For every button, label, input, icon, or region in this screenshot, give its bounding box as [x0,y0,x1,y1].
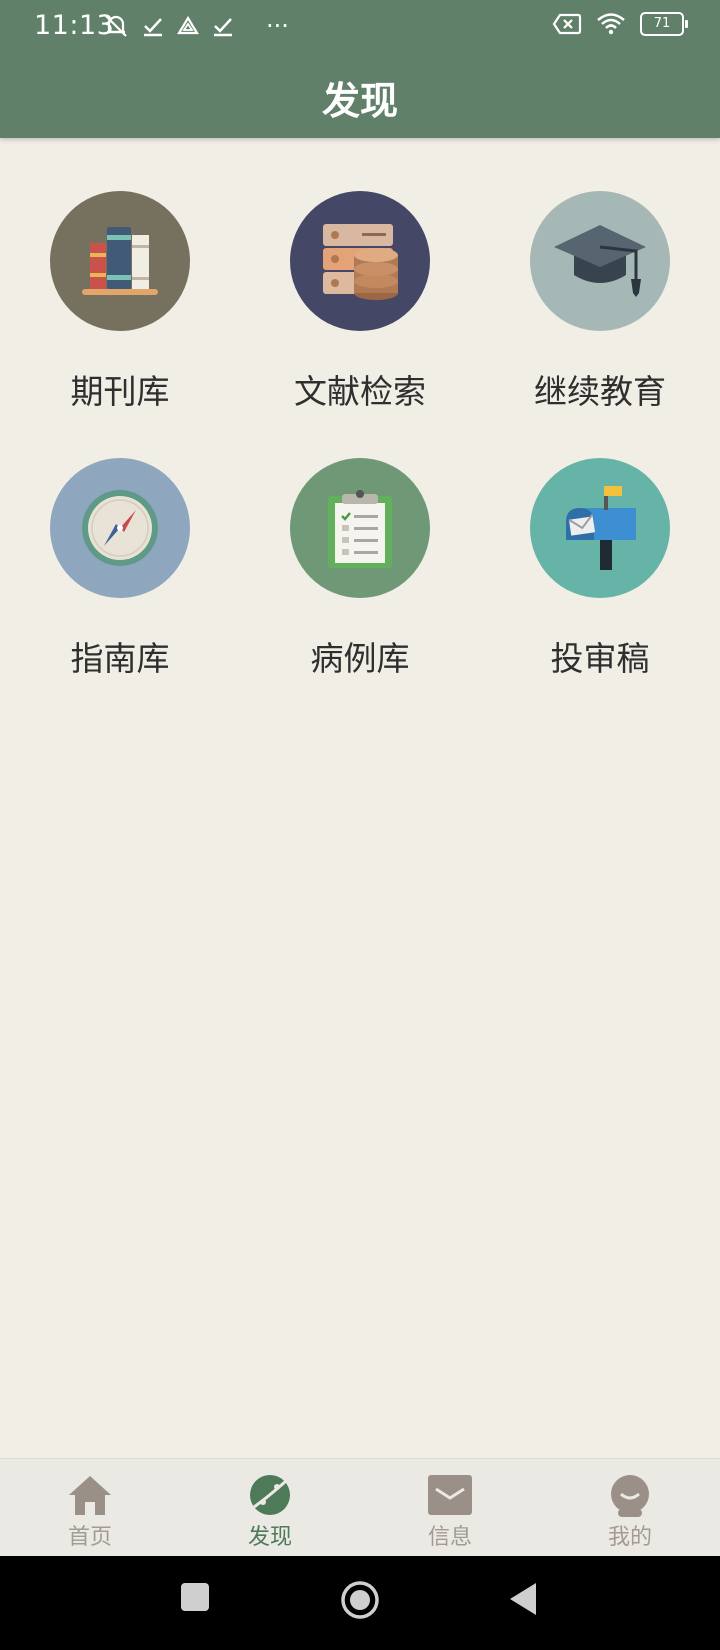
tile-label: 继续教育 [534,372,666,411]
compass-icon [50,458,190,598]
no-sim-icon [552,13,582,35]
mailbox-icon [530,458,670,598]
nav-label: 我的 [607,1525,652,1550]
database-icon [290,191,430,331]
check-icon [144,18,162,37]
mute-bell-icon [105,15,127,37]
nav-label: 发现 [247,1525,292,1550]
tile-journal-library[interactable]: 期刊库 [30,191,210,413]
nav-messages[interactable]: 信息 [360,1459,540,1557]
message-icon [428,1475,472,1515]
tile-submission-review[interactable]: 投审稿 [510,458,690,680]
system-nav-bar [0,1556,720,1650]
status-notification-icons: ··· [102,12,289,40]
tile-label: 病例库 [310,639,410,678]
tile-literature-search[interactable]: 文献检索 [270,191,450,413]
tile-label: 期刊库 [70,372,170,411]
check-icon [214,18,232,37]
tile-guideline-library[interactable]: 指南库 [30,458,210,680]
home-icon [69,1476,111,1515]
drive-icon [177,15,199,35]
profile-icon [611,1475,649,1517]
page-title: 发现 [321,79,398,123]
nav-home[interactable]: 首页 [0,1459,180,1557]
wifi-icon [597,13,625,35]
graduation-cap-icon [530,191,670,331]
more-notifications-indicator: ··· [266,12,289,40]
status-system-icons: 71 [552,12,688,36]
nav-discover[interactable]: 发现 [180,1459,360,1557]
home-circle-icon[interactable] [340,1580,380,1620]
bottom-nav: 首页 发现 信息 我的 [0,1458,720,1557]
tile-label: 文献检索 [294,372,426,411]
books-icon [50,191,190,331]
tile-label: 指南库 [70,639,170,678]
nav-label: 首页 [67,1525,112,1550]
discover-icon [250,1475,290,1515]
nav-label: 信息 [427,1525,472,1550]
back-icon[interactable] [508,1582,538,1616]
recent-apps-icon[interactable] [180,1582,210,1612]
battery-indicator: 71 [640,12,688,36]
tile-continuing-education[interactable]: 继续教育 [510,191,690,413]
app-header: 11:13 ··· 71 发现 [0,0,720,138]
tile-case-library[interactable]: 病例库 [270,458,450,680]
tile-label: 投审稿 [550,639,650,678]
nav-profile[interactable]: 我的 [540,1459,720,1557]
clipboard-icon [290,458,430,598]
